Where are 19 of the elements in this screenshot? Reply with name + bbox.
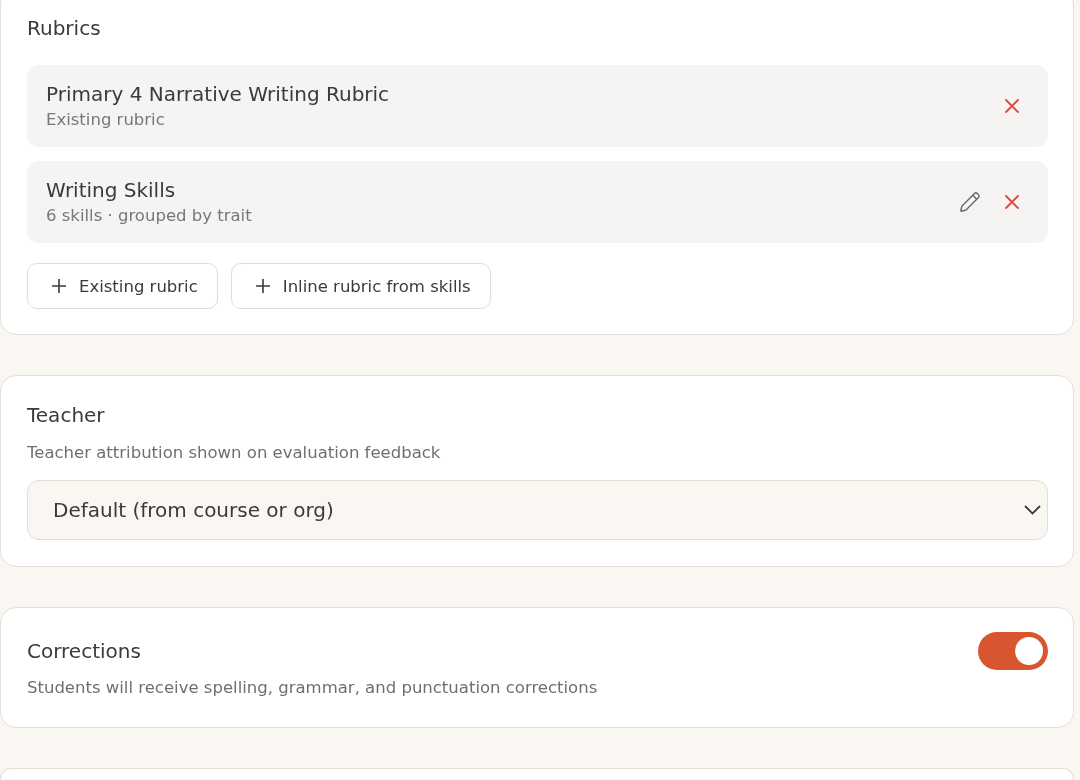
section-description: Students will receive spelling, grammar, and punctuation corrections xyxy=(27,677,599,699)
section-description: Teacher attribution shown on evaluation feedback xyxy=(27,442,442,464)
section-title: Teacher xyxy=(27,402,106,429)
chevron-down-icon xyxy=(1024,505,1041,515)
close-icon[interactable] xyxy=(1005,99,1019,113)
pencil-icon[interactable] xyxy=(959,191,981,213)
add-button[interactable]: Inline rubric from skills xyxy=(230,263,491,309)
rubric-title: Writing Skills xyxy=(46,177,177,203)
plus-icon xyxy=(51,278,67,294)
section-title: Rubrics xyxy=(27,15,102,42)
rubric-title: Primary 4 Narrative Writing Rubric xyxy=(46,81,390,107)
section-title: Corrections xyxy=(27,638,141,665)
rubric-subtitle: Existing rubric xyxy=(46,109,166,131)
corrections-toggle[interactable] xyxy=(978,632,1048,670)
close-icon[interactable] xyxy=(1005,195,1019,209)
rubric-subtitle: 6 skills · grouped by trait xyxy=(46,205,252,227)
plus-icon xyxy=(254,278,271,294)
teacher-select[interactable]: Default (from course or org) xyxy=(27,480,1048,540)
add-button[interactable]: Existing rubric xyxy=(27,263,218,309)
